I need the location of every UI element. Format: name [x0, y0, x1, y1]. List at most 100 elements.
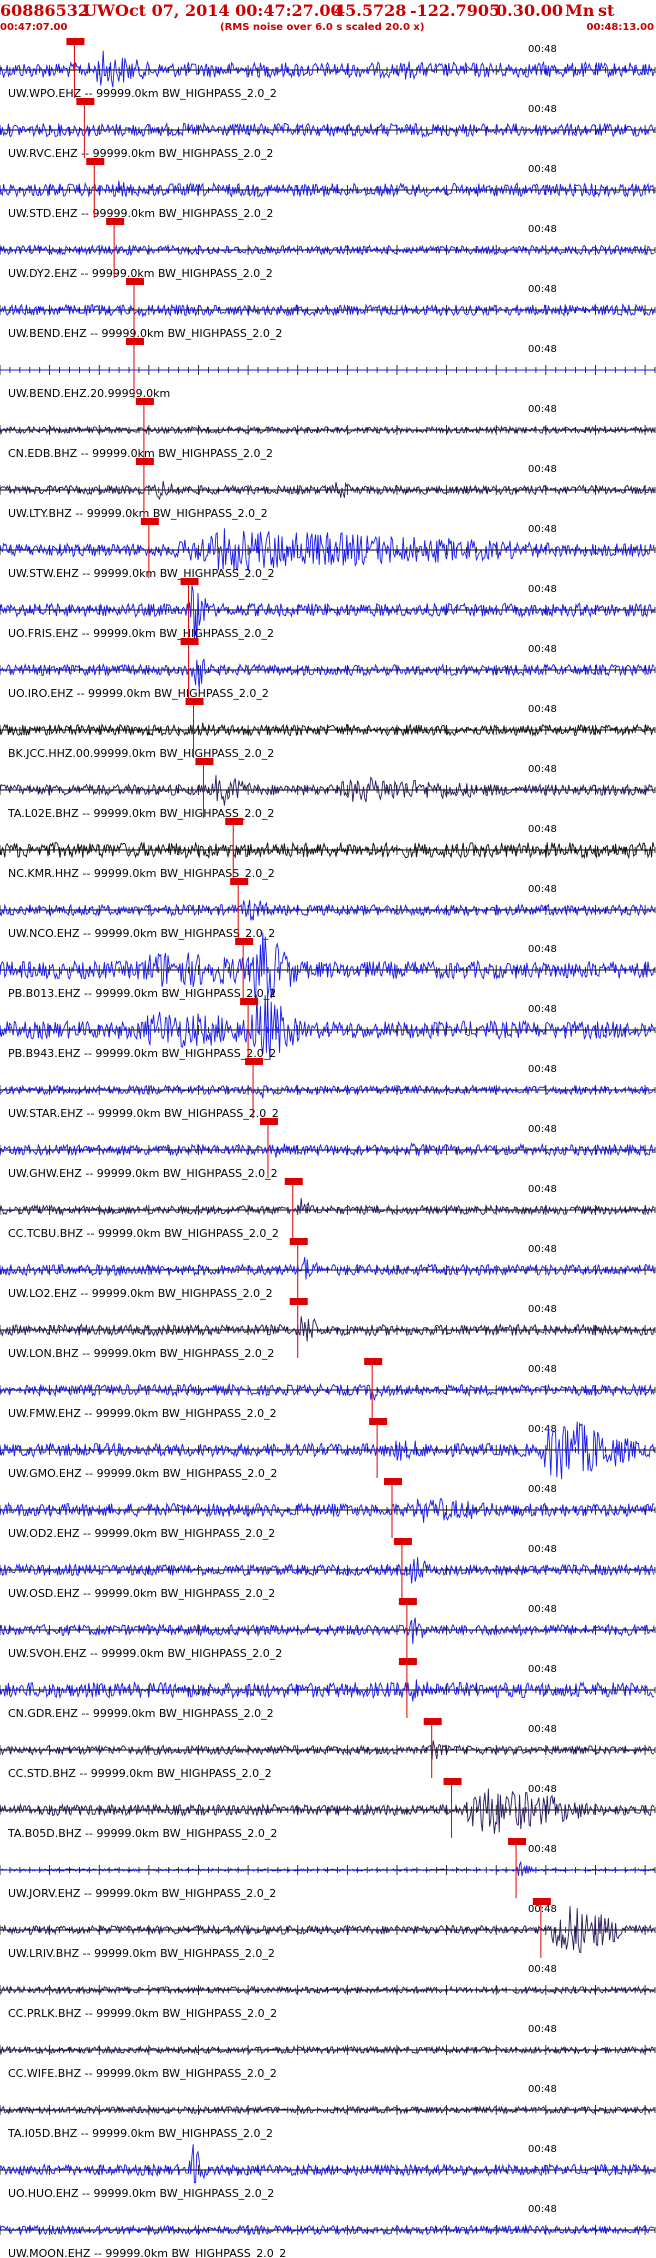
pick-marker — [135, 398, 154, 405]
station-label: UW.LTY.BHZ -- 99999.0km BW_HIGHPASS_2.0_… — [8, 507, 268, 520]
time-tick-label: 00:48 — [528, 1544, 557, 1555]
pick-marker — [125, 338, 144, 345]
station-label: UW.WPO.EHZ -- 99999.0km BW_HIGHPASS_2.0_… — [8, 87, 277, 100]
pick-marker — [230, 878, 249, 885]
pick-marker — [125, 278, 144, 285]
time-tick-label: 00:48 — [528, 764, 557, 775]
time-tick-label: 00:48 — [528, 344, 557, 355]
time-tick-label: 00:48 — [528, 884, 557, 895]
time-tick-label: 00:48 — [528, 1664, 557, 1675]
pick-marker — [284, 1178, 303, 1185]
time-tick-label: 00:48 — [528, 2204, 557, 2215]
magnitude-type: Mn — [565, 1, 595, 20]
time-tick-label: 00:48 — [528, 44, 557, 55]
station-label: UW.JORV.EHZ -- 99999.0km BW_HIGHPASS_2.0… — [8, 1887, 276, 1900]
pick-marker — [180, 578, 199, 585]
station-label: PB.B943.EHZ -- 99999.0km BW_HIGHPASS_2.0… — [8, 1047, 276, 1060]
latitude: 45.5728 — [334, 1, 407, 20]
longitude: -122.7905 — [410, 1, 501, 20]
pick-marker — [195, 758, 214, 765]
time-tick-label: 00:48 — [528, 1784, 557, 1795]
seismogram-stack: 00:48 UW.WPO.EHZ -- 99999.0km BW_HIGHPASS… — [0, 38, 656, 2258]
station-label: UW.MOON.EHZ -- 99999.0km BW_HIGHPASS_2.0… — [8, 2247, 286, 2258]
time-tick-label: 00:48 — [528, 704, 557, 715]
event-summary: 60886532 UW Oct 07, 2014 00:47:27.00 45.… — [0, 1, 656, 21]
time-tick-label: 00:48 — [528, 944, 557, 955]
time-tick-label: 00:48 — [528, 1364, 557, 1375]
pick-marker — [369, 1418, 388, 1425]
time-tick-label: 00:48 — [528, 104, 557, 115]
pick-marker — [86, 158, 105, 165]
end-time: 00:48:13.00 — [586, 22, 654, 33]
station-label: TA.I05D.BHZ -- 99999.0km BW_HIGHPASS_2.0… — [7, 2127, 273, 2140]
waveform-trace — [0, 180, 655, 198]
station-label: UW.STD.EHZ -- 99999.0km BW_HIGHPASS_2.0_… — [8, 207, 273, 220]
time-range: 00:47:07.00 (RMS noise over 6.0 s scaled… — [0, 22, 656, 34]
time-tick-label: 00:48 — [528, 1904, 557, 1915]
time-tick-label: 00:48 — [528, 584, 557, 595]
station-label: UW.FMW.EHZ -- 99999.0km BW_HIGHPASS_2.0_… — [8, 1407, 277, 1420]
time-tick-label: 00:48 — [528, 1964, 557, 1975]
time-tick-label: 00:48 — [528, 1604, 557, 1615]
origin-time: Oct 07, 2014 00:47:27.00 — [115, 1, 342, 20]
station-label: UO.IRO.EHZ -- 99999.0km BW_HIGHPASS_2.0_… — [8, 687, 269, 700]
station-label: TA.B05D.BHZ -- 99999.0km BW_HIGHPASS_2.0… — [7, 1827, 277, 1840]
time-tick-label: 00:48 — [528, 1184, 557, 1195]
station-label: UW.GMO.EHZ -- 99999.0km BW_HIGHPASS_2.0_… — [8, 1467, 277, 1480]
depth: 0.3 — [496, 1, 524, 20]
pick-marker — [259, 1118, 278, 1125]
time-tick-label: 00:48 — [528, 1004, 557, 1015]
pick-marker — [180, 638, 199, 645]
station-label: UW.SVOH.EHZ -- 99999.0km BW_HIGHPASS_2.0… — [8, 1647, 282, 1660]
time-tick-label: 00:48 — [528, 2084, 557, 2095]
waveform-trace — [0, 481, 655, 501]
station-label: UO.FRIS.EHZ -- 99999.0km BW_HIGHPASS_2.0… — [8, 627, 274, 640]
pick-marker — [106, 218, 125, 225]
station-label: UW.STW.EHZ -- 99999.0km BW_HIGHPASS_2.0_… — [8, 567, 275, 580]
pick-marker — [140, 518, 159, 525]
station-label: UW.RVC.EHZ -- 99999.0km BW_HIGHPASS_2.0_… — [8, 147, 273, 160]
pick-marker — [225, 818, 244, 825]
time-tick-label: 00:48 — [528, 524, 557, 535]
pick-marker — [289, 1298, 308, 1305]
time-tick-label: 00:48 — [528, 1244, 557, 1255]
station-label: UW.OSD.EHZ -- 99999.0km BW_HIGHPASS_2.0_… — [8, 1587, 275, 1600]
pick-marker — [423, 1718, 442, 1725]
pick-marker — [384, 1478, 403, 1485]
event-id: 60886532 — [0, 1, 90, 20]
pick-marker — [289, 1238, 308, 1245]
pick-marker — [185, 698, 204, 705]
pick-marker — [398, 1598, 417, 1605]
time-tick-label: 00:48 — [528, 1484, 557, 1495]
pick-marker — [245, 1058, 264, 1065]
station-label: PB.B013.EHZ -- 99999.0km BW_HIGHPASS_2.0… — [8, 987, 276, 1000]
time-tick-label: 00:48 — [528, 1124, 557, 1135]
pick-marker — [532, 1898, 551, 1905]
time-tick-label: 00:48 — [528, 404, 557, 415]
station-label: UW.LRIV.BHZ -- 99999.0km BW_HIGHPASS_2.0… — [8, 1947, 275, 1960]
time-tick-label: 00:48 — [528, 284, 557, 295]
station-label: CC.STD.BHZ -- 99999.0km BW_HIGHPASS_2.0_… — [8, 1767, 272, 1780]
event-network: UW — [83, 1, 115, 20]
time-tick-label: 00:48 — [528, 464, 557, 475]
station-label: BK.JCC.HHZ.00.99999.0km BW_HIGHPASS_2.0_… — [8, 747, 274, 760]
scaling-note: (RMS noise over 6.0 s scaled 20.0 x) — [220, 22, 425, 33]
time-tick-label: 00:48 — [528, 1304, 557, 1315]
waveform-trace — [0, 658, 655, 690]
waveform-trace — [0, 50, 655, 88]
station-label: CC.PRLK.BHZ -- 99999.0km BW_HIGHPASS_2.0… — [8, 2007, 277, 2020]
time-tick-label: 00:48 — [528, 1844, 557, 1855]
time-tick-label: 00:48 — [528, 2024, 557, 2035]
station-label: CN.GDR.EHZ -- 99999.0km BW_HIGHPASS_2.0_… — [8, 1707, 274, 1720]
waveform-trace — [0, 1142, 655, 1158]
time-tick-label: 00:48 — [528, 1064, 557, 1075]
station-label: UW.STAR.EHZ -- 99999.0km BW_HIGHPASS_2.0… — [8, 1107, 279, 1120]
station-label: UO.HUO.EHZ -- 99999.0km BW_HIGHPASS_2.0_… — [8, 2187, 274, 2200]
time-tick-label: 00:48 — [528, 2144, 557, 2155]
station-label: UW.LON.BHZ -- 99999.0km BW_HIGHPASS_2.0_… — [8, 1347, 274, 1360]
pick-marker — [135, 458, 154, 465]
magnitude: 0.00 — [524, 1, 563, 20]
station-label: UW.LO2.EHZ -- 99999.0km BW_HIGHPASS_2.0_… — [8, 1287, 273, 1300]
pick-marker — [364, 1358, 383, 1365]
station-label: UW.BEND.EHZ -- 99999.0km BW_HIGHPASS_2.0… — [8, 327, 282, 340]
